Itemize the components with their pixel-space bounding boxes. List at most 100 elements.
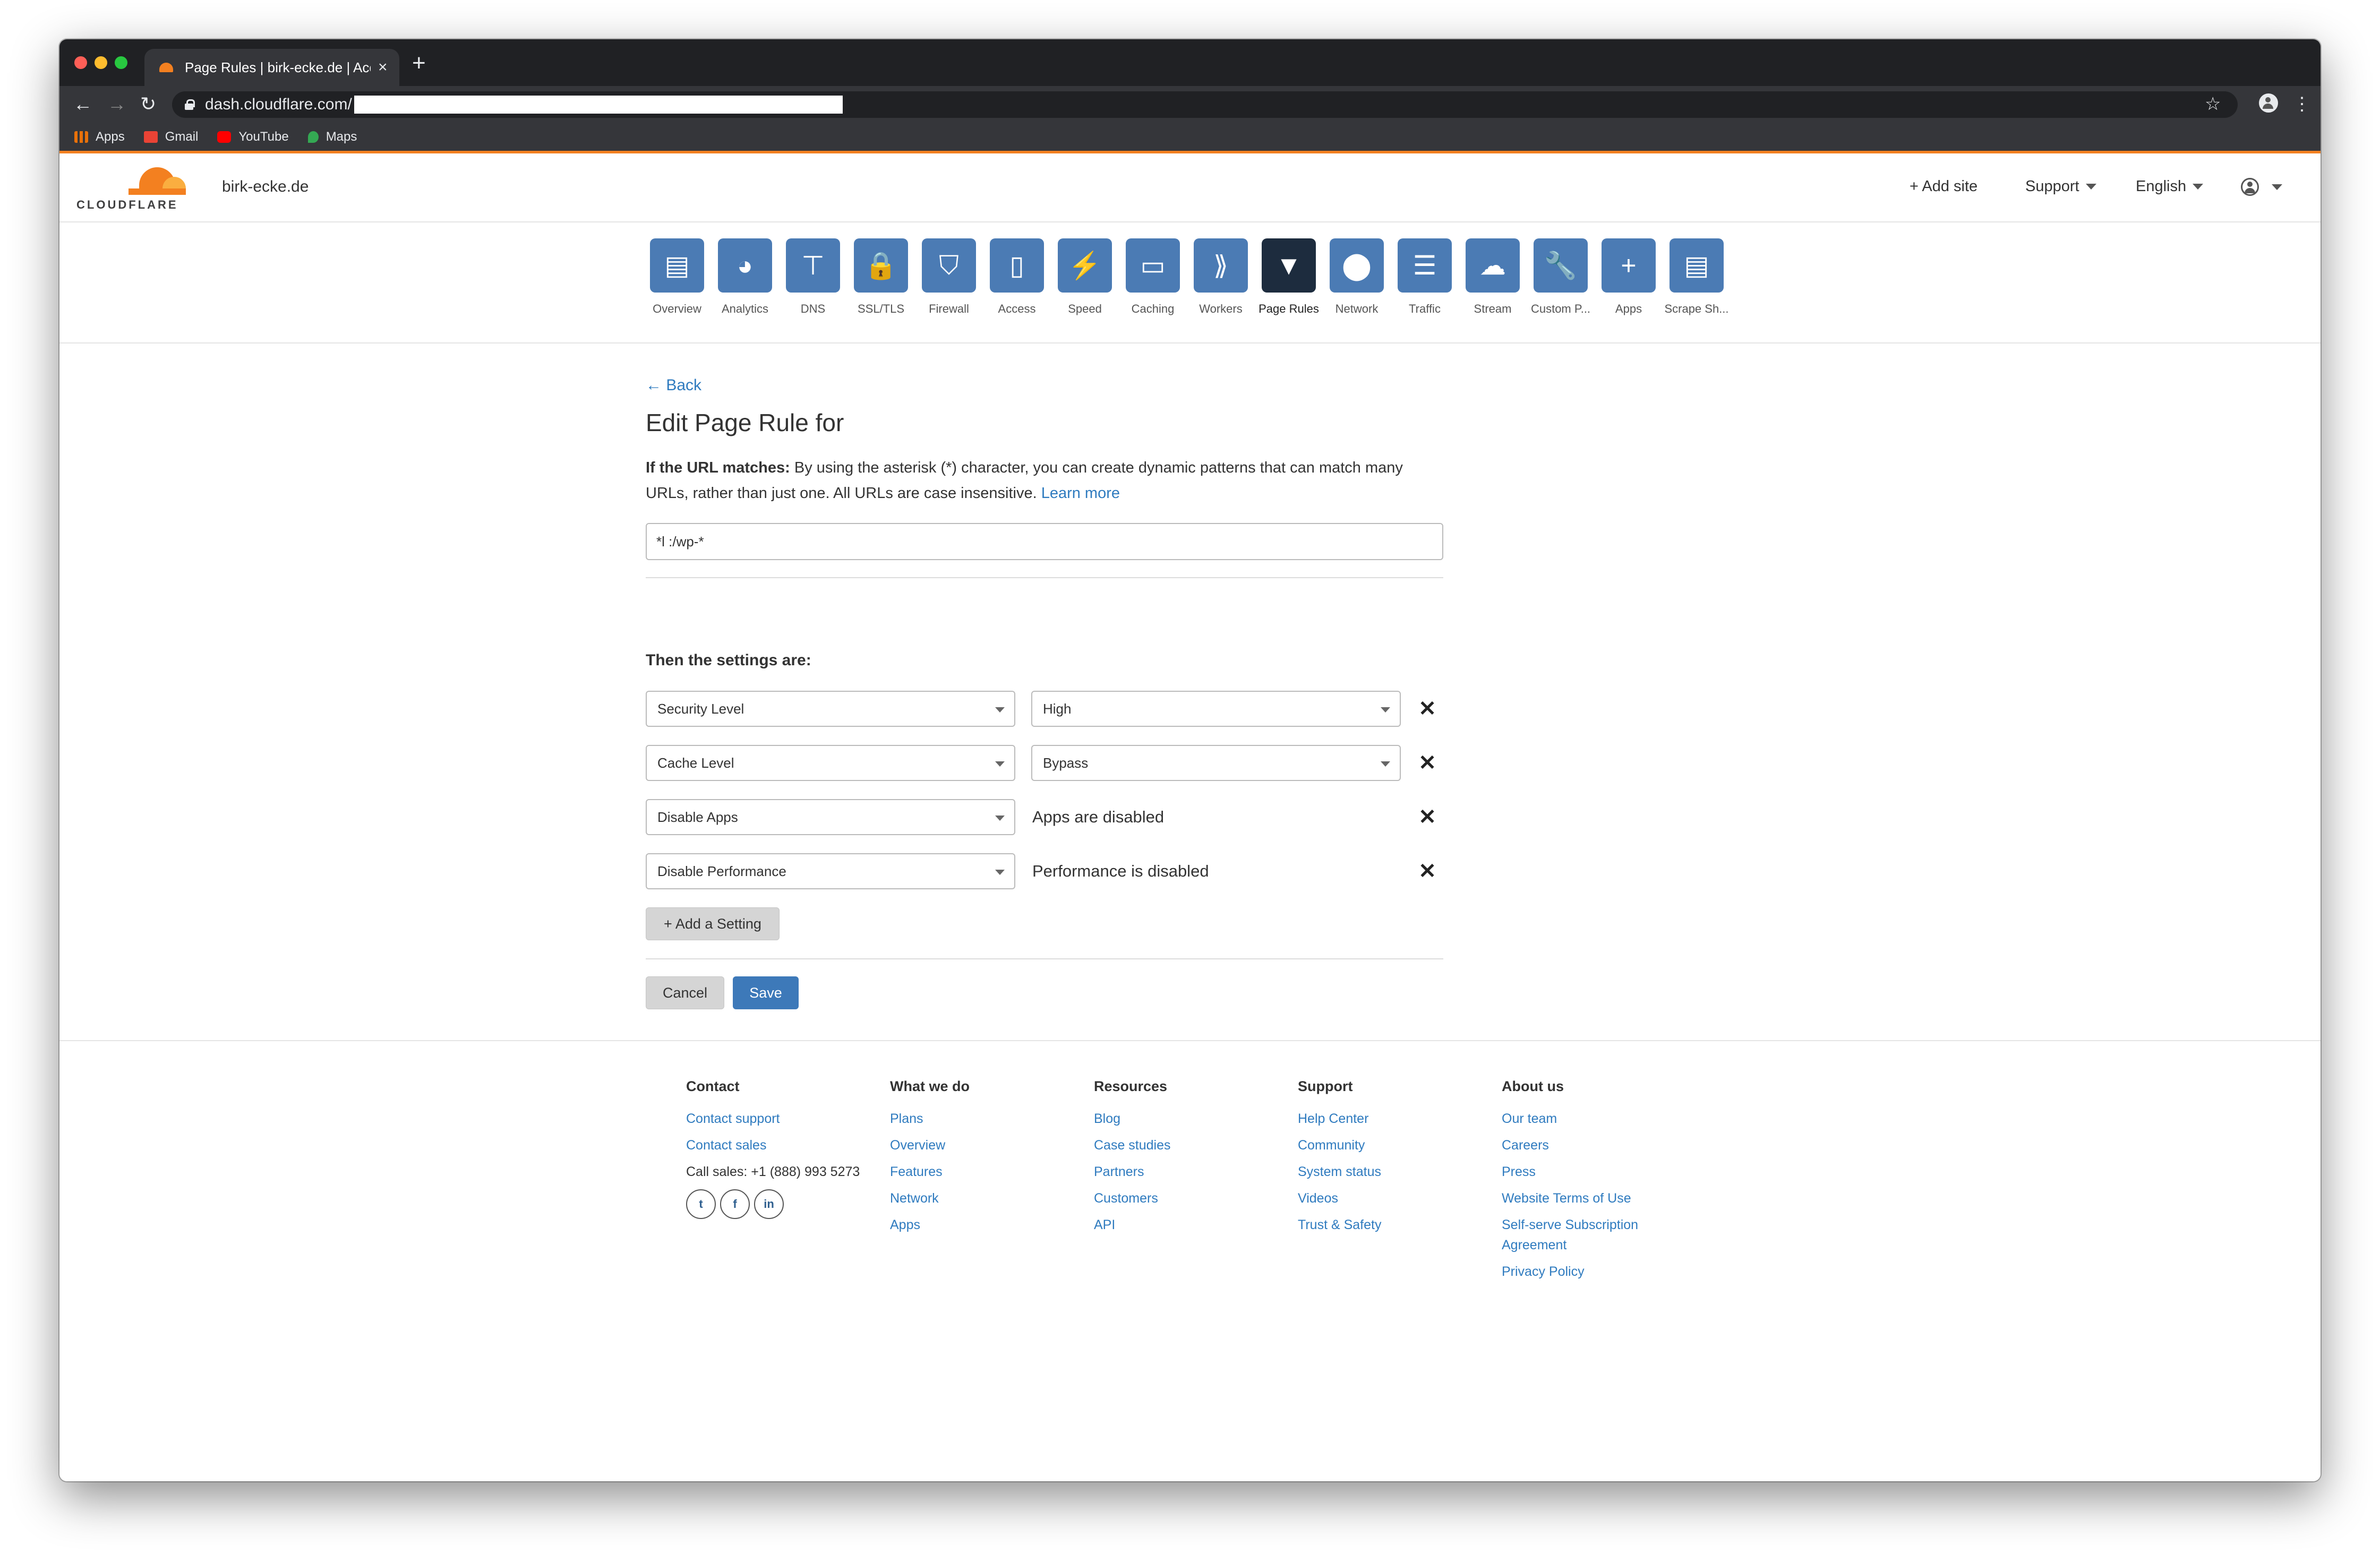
language-label: English (2136, 178, 2187, 195)
shield-icon: ⛉ (922, 238, 976, 293)
bookmark-gmail[interactable]: Gmail (143, 130, 198, 144)
add-setting-button[interactable]: + Add a Setting (646, 907, 780, 940)
server-icon: ▭ (1126, 238, 1180, 293)
url-pattern-input[interactable]: *l :/wp-* (646, 523, 1443, 560)
setting-value-select[interactable]: High (1031, 691, 1401, 727)
setting-value: Disable Apps (657, 809, 738, 825)
footer-link[interactable]: Contact support (686, 1105, 877, 1132)
footer-link[interactable]: Features (890, 1158, 1081, 1185)
footer-link[interactable]: Videos (1298, 1185, 1489, 1212)
nav-item-dns[interactable]: ⊤ DNS (779, 238, 847, 316)
footer-link[interactable]: Self-serve Subscription Agreement (1502, 1215, 1661, 1255)
nav-item-ssl-tls[interactable]: 🔒 SSL/TLS (847, 238, 915, 316)
new-tab-icon[interactable]: + (412, 50, 426, 76)
footer-column-resources: Resources Blog Case studies Partners Custome… (1094, 1078, 1285, 1238)
footer-link[interactable]: Careers (1502, 1132, 1693, 1158)
browser-tab[interactable]: Page Rules | birk-ecke.de | Acco × (144, 49, 399, 86)
nav-item-analytics[interactable]: ◕ Analytics (711, 238, 779, 316)
footer-link[interactable]: Contact sales (686, 1132, 877, 1158)
tab-close-icon[interactable]: × (378, 58, 388, 76)
setting-select[interactable]: Security Level (646, 691, 1015, 727)
nav-item-firewall[interactable]: ⛉ Firewall (915, 238, 983, 316)
footer-link[interactable]: Help Center (1298, 1105, 1489, 1132)
forward-arrow-icon[interactable]: → (107, 92, 126, 116)
remove-setting-close-icon[interactable]: ✕ (1418, 752, 1437, 774)
footer-link[interactable]: Overview (890, 1132, 1081, 1158)
dns-icon: ⊤ (786, 238, 840, 293)
footer-link[interactable]: API (1094, 1212, 1285, 1238)
nav-item-speed[interactable]: ⚡ Speed (1051, 238, 1119, 316)
footer-link[interactable]: Partners (1094, 1158, 1285, 1185)
nav-item-label: Stream (1474, 302, 1512, 315)
back-arrow-icon[interactable]: ← (73, 92, 92, 116)
chevron-down-icon (2272, 184, 2282, 190)
remove-setting-close-icon[interactable]: ✕ (1418, 861, 1437, 882)
minimize-window-icon[interactable] (95, 56, 107, 69)
maximize-window-icon[interactable] (115, 56, 127, 69)
footer-link[interactable]: Press (1502, 1158, 1693, 1185)
footer-link[interactable]: Trust & Safety (1298, 1212, 1489, 1238)
learn-more-link[interactable]: Learn more (1041, 485, 1120, 502)
cancel-button[interactable]: Cancel (646, 976, 724, 1009)
footer-link[interactable]: System status (1298, 1158, 1489, 1185)
nav-item-overview[interactable]: ▤ Overview (643, 238, 711, 316)
nav-item-stream[interactable]: ☁ Stream (1459, 238, 1527, 316)
address-bar[interactable]: dash.cloudflare.com/ (172, 91, 2238, 118)
setting-select[interactable]: Cache Level (646, 745, 1015, 781)
account-menu[interactable] (2241, 178, 2282, 196)
footer-link[interactable]: Customers (1094, 1185, 1285, 1212)
remove-setting-close-icon[interactable]: ✕ (1418, 698, 1437, 719)
add-site-button[interactable]: + Add site (1910, 178, 1977, 195)
call-sales-text: Call sales: +1 (888) 993 5273 (686, 1164, 860, 1179)
support-menu[interactable]: Support (2025, 178, 2096, 195)
language-menu[interactable]: English (2136, 178, 2204, 195)
footer-link[interactable]: Network (890, 1185, 1081, 1212)
setting-status-text: Apps are disabled (1032, 808, 1165, 826)
linkedin-icon[interactable]: in (754, 1189, 784, 1219)
nav-item-label: Workers (1199, 302, 1243, 315)
nav-item-apps[interactable]: + Apps (1595, 238, 1663, 316)
remove-setting-close-icon[interactable]: ✕ (1418, 806, 1437, 828)
close-window-icon[interactable] (74, 56, 87, 69)
nav-item-caching[interactable]: ▭ Caching (1119, 238, 1187, 316)
footer-link[interactable]: Apps (890, 1212, 1081, 1238)
nav-item-workers[interactable]: ⟫ Workers (1187, 238, 1255, 316)
bookmark-maps[interactable]: Maps (307, 130, 357, 144)
setting-value: Security Level (657, 700, 744, 717)
bookmark-star-icon[interactable]: ☆ (2205, 93, 2221, 115)
twitter-icon[interactable]: t (686, 1189, 716, 1219)
footer-heading: What we do (890, 1078, 970, 1094)
footer-link[interactable]: Community (1298, 1132, 1489, 1158)
nav-item-scrape-sh[interactable]: ▤ Scrape Sh... (1663, 238, 1731, 316)
facebook-icon[interactable]: f (720, 1189, 750, 1219)
setting-value-select[interactable]: Bypass (1031, 745, 1401, 781)
profile-icon[interactable] (2259, 93, 2278, 117)
setting-select[interactable]: Disable Performance (646, 853, 1015, 889)
nav-item-access[interactable]: ▯ Access (983, 238, 1051, 316)
gmail-icon (143, 131, 158, 143)
bookmark-apps[interactable]: Apps (74, 130, 125, 144)
footer-link[interactable]: Case studies (1094, 1132, 1285, 1158)
back-link[interactable]: ← Back (646, 376, 701, 394)
footer-link[interactable]: Blog (1094, 1105, 1285, 1132)
nav-item-network[interactable]: ⬤ Network (1323, 238, 1391, 316)
nav-item-custom-p[interactable]: 🔧 Custom P... (1527, 238, 1595, 316)
cloudflare-logo[interactable]: CLOUDFLARE (75, 161, 192, 214)
tab-title: Page Rules | birk-ecke.de | Acco (185, 59, 371, 75)
footer-heading: Resources (1094, 1078, 1168, 1094)
footer-link[interactable]: Our team (1502, 1105, 1693, 1132)
save-button[interactable]: Save (733, 976, 799, 1009)
footer-column-about-us: About us Our team Careers Press Website Term… (1502, 1078, 1693, 1285)
nav-item-traffic[interactable]: ☰ Traffic (1391, 238, 1459, 316)
setting-select[interactable]: Disable Apps (646, 799, 1015, 835)
bookmark-youtube[interactable]: YouTube (217, 130, 289, 144)
reload-icon[interactable]: ↻ (140, 92, 156, 116)
footer-link[interactable]: Website Terms of Use (1502, 1185, 1693, 1212)
footer-link[interactable]: Plans (890, 1105, 1081, 1132)
browser-menu-icon[interactable]: ⋮ (2293, 93, 2311, 115)
nav-item-page-rules[interactable]: ▼ Page Rules (1255, 238, 1323, 316)
list-icon: ☰ (1398, 238, 1452, 293)
footer-link[interactable]: Privacy Policy (1502, 1258, 1693, 1285)
nav-item-label: Speed (1068, 302, 1102, 315)
site-name[interactable]: birk-ecke.de (222, 178, 309, 196)
